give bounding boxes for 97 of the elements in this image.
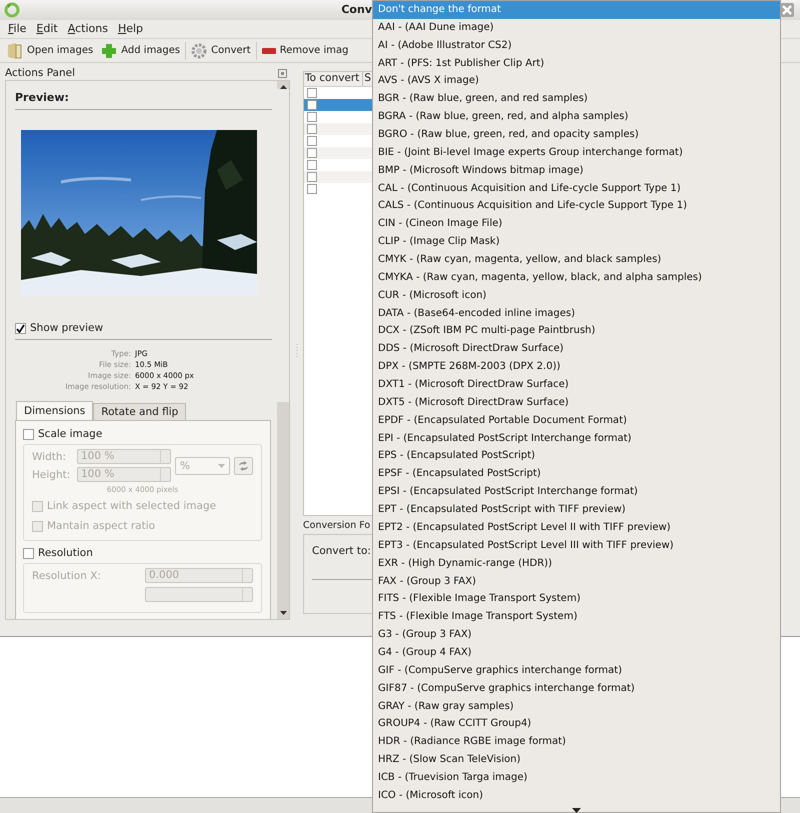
format-option[interactable]: CUR - (Microsoft icon) [373, 286, 780, 305]
checkbox[interactable] [23, 548, 34, 559]
format-option[interactable]: EPT - (Encapsulated PostScript with TIFF preview) [373, 501, 780, 519]
format-option[interactable]: EPS - (Encapsulated PostScript) [373, 447, 780, 466]
swap-icon [238, 460, 250, 471]
field-label: Height: [32, 468, 72, 481]
checkbox[interactable] [307, 100, 317, 110]
tab[interactable]: Dimensions [16, 401, 94, 420]
scroll-down-icon[interactable] [572, 808, 581, 813]
checkbox[interactable] [307, 88, 317, 98]
toolbar-button[interactable]: Open images [4, 42, 96, 60]
format-option[interactable]: HDR - (Radiance RGBE image format) [373, 733, 780, 752]
column-header[interactable]: To convert [304, 72, 364, 86]
tab[interactable]: Rotate and flip [93, 403, 186, 420]
section-heading: Preview: [15, 91, 70, 104]
spin-field[interactable] [145, 587, 253, 602]
format-option[interactable]: DPX - (SMPTE 268M-2003 (DPX 2.0)) [373, 358, 780, 376]
format-option[interactable]: HRZ - (Slow Scan TeleVision) [373, 751, 780, 769]
panel-title: Actions Panel [5, 67, 76, 80]
menu-item[interactable]: Help [112, 22, 148, 36]
format-option[interactable]: GRAY - (Raw gray samples) [373, 698, 780, 716]
format-option[interactable]: EPSF - (Encapsulated PostScript) [373, 465, 780, 484]
recycle-icon [4, 2, 20, 18]
format-option[interactable]: AVS - (AVS X image) [373, 72, 780, 90]
checkbox-label: Mantain aspect ratio [47, 520, 156, 532]
checkbox[interactable] [307, 172, 317, 182]
field-label: Resolution X: [32, 570, 102, 582]
swap-button[interactable] [234, 456, 253, 475]
format-option[interactable]: CIN - (Cineon Image File) [373, 215, 780, 234]
format-option[interactable]: G3 - (Group 3 FAX) [373, 626, 780, 644]
format-option[interactable]: DDS - (Microsoft DirectDraw Surface) [373, 340, 780, 358]
checkbox[interactable] [23, 428, 34, 440]
table-row[interactable] [304, 123, 372, 136]
toolbar-button[interactable]: Convert [188, 42, 254, 59]
checkbox-label: Link aspect with selected image [47, 500, 216, 512]
format-option[interactable]: ICB - (Truevision Targa image) [373, 768, 780, 787]
window-title: Conv [341, 3, 372, 16]
format-option[interactable]: CMYK - (Raw cyan, magenta, yellow, and black samples) [373, 251, 780, 269]
table-row[interactable] [304, 147, 372, 160]
format-option[interactable]: BGRO - (Raw blue, green, red, and opacity samples) [373, 126, 780, 144]
plus-icon [101, 42, 118, 59]
toolbar-button[interactable]: Remove imag [258, 45, 352, 56]
table-row[interactable] [304, 171, 372, 184]
checkbox[interactable] [307, 124, 317, 134]
field-label: Convert to: [312, 545, 371, 558]
format-option[interactable]: CALS - (Continuous Acquisition and Life-cycle Support Type 1) [373, 197, 780, 216]
format-option[interactable]: EPSI - (Encapsulated PostScript Interchange format) [373, 483, 780, 502]
format-option[interactable]: EXR - (High Dynamic-range (HDR)) [373, 554, 780, 572]
format-option[interactable]: DXT1 - (Microsoft DirectDraw Surface) [373, 376, 780, 394]
table-row[interactable] [304, 99, 372, 112]
format-option[interactable]: DCX - (ZSoft IBM PC multi-page Paintbrush) [373, 322, 780, 340]
format-option[interactable]: AAI - (AAI Dune image) [373, 18, 780, 37]
format-option[interactable]: FAX - (Group 3 FAX) [373, 572, 780, 590]
toolbar-button[interactable]: Add images [98, 42, 184, 59]
format-option[interactable]: FTS - (Flexible Image Transport System) [373, 608, 780, 626]
format-option[interactable]: CAL - (Continuous Acquisition and Life-cycle Support Type 1) [373, 180, 780, 198]
format-option[interactable]: EPT3 - (Encapsulated PostScript Level III with TIFF preview) [373, 536, 780, 555]
format-option[interactable]: GROUP4 - (Raw CCITT Group4) [373, 715, 780, 734]
gear-icon [191, 42, 208, 59]
checkbox[interactable] [307, 112, 317, 122]
format-option[interactable]: EPT2 - (Encapsulated PostScript Level II with TIFF preview) [373, 518, 780, 537]
format-option[interactable]: BMP - (Microsoft Windows bitmap image) [373, 162, 780, 180]
group-title: Conversion Fo [303, 520, 372, 532]
folder-icon [7, 42, 23, 60]
format-option[interactable]: ART - (PFS: 1st Publisher Clip Art) [373, 54, 780, 72]
checkbox[interactable] [307, 148, 317, 158]
format-option[interactable]: GIF - (CompuServe graphics interchange format) [373, 662, 780, 680]
format-option[interactable]: EPDF - (Encapsulated Portable Document Format) [373, 412, 780, 430]
close-icon[interactable] [780, 2, 794, 17]
format-option[interactable]: BGR - (Raw blue, green, and red samples) [373, 90, 780, 108]
format-option[interactable]: DXT5 - (Microsoft DirectDraw Surface) [373, 394, 780, 412]
checkbox-label: Scale image [38, 428, 102, 440]
menu-item[interactable]: File [3, 22, 32, 36]
checkbox[interactable] [307, 184, 317, 194]
field-label: Width: [32, 450, 68, 463]
menu-item[interactable]: Actions [62, 22, 113, 36]
menu-item[interactable]: Edit [31, 22, 63, 36]
checkbox[interactable] [307, 160, 317, 170]
minus-icon [262, 48, 276, 54]
detach-icon[interactable] [278, 68, 287, 78]
checkbox-label: Show preview [30, 322, 104, 334]
format-option[interactable]: CMYKA - (Raw cyan, magenta, yellow, black, and alpha samples) [373, 268, 780, 287]
format-option[interactable]: FITS - (Flexible Image Transport System) [373, 590, 780, 608]
format-option[interactable]: AI - (Adobe Illustrator CS2) [373, 36, 780, 55]
format-option[interactable]: EPI - (Encapsulated PostScript Interchange format) [373, 430, 780, 448]
scrollbar[interactable] [277, 81, 289, 620]
checkbox-label: Resolution [38, 547, 93, 560]
caret-icon [218, 464, 226, 468]
format-option[interactable]: CLIP - (Image Clip Mask) [373, 233, 780, 252]
format-option[interactable]: BGRA - (Raw blue, green, red, and alpha samples) [373, 108, 780, 126]
checkbox[interactable] [307, 136, 317, 146]
format-option[interactable]: DATA - (Base64-encoded inline images) [373, 304, 780, 322]
format-option[interactable]: ICO - (Microsoft icon) [373, 786, 780, 805]
checkbox[interactable] [15, 322, 26, 334]
format-option[interactable]: BIE - (Joint Bi-level Image experts Group interchange format) [373, 144, 780, 162]
format-option[interactable]: G4 - (Group 4 FAX) [373, 644, 780, 662]
format-option[interactable]: GIF87 - (CompuServe graphics interchange format) [373, 680, 780, 698]
